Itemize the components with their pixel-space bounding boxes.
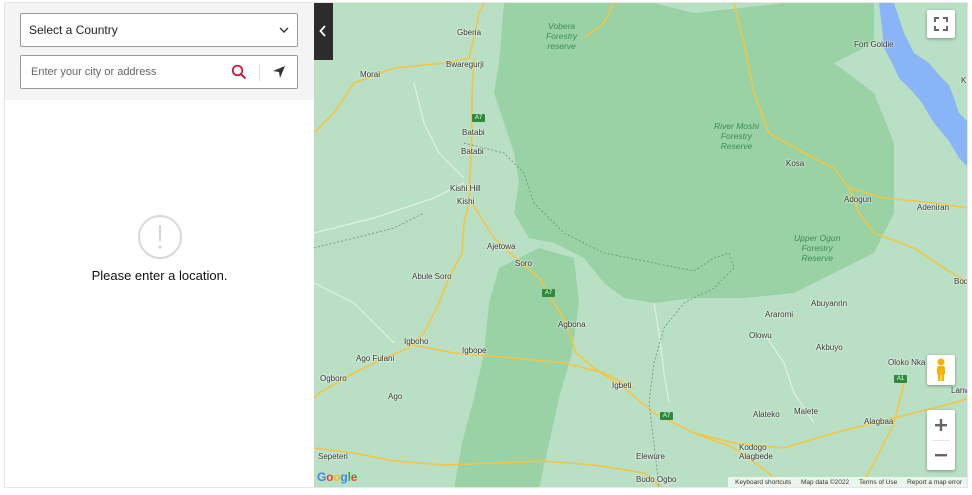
place-label: Batabi [461, 147, 484, 156]
place-label: Soro [515, 259, 532, 268]
keyboard-shortcuts-link[interactable]: Keyboard shortcuts [735, 479, 791, 486]
terms-link[interactable]: Terms of Use [859, 479, 897, 486]
road-shield: A1 [894, 375, 907, 383]
zoom-in-button[interactable] [927, 410, 955, 440]
place-label: Bod [954, 277, 968, 286]
place-label: Oloko Nka [888, 358, 926, 367]
store-locator: Select a Country Please enter a location… [4, 2, 968, 488]
place-label: Ajetowa [487, 242, 516, 251]
place-label: Sepeteri [318, 452, 348, 461]
collapse-panel-button[interactable] [314, 3, 333, 60]
place-label: Alagbaa [864, 417, 894, 426]
location-search [20, 55, 298, 89]
divider [259, 64, 260, 81]
place-label: Budo Ogbo [636, 475, 677, 484]
map-tiles [314, 3, 967, 487]
empty-state-message: Please enter a location. [91, 268, 228, 283]
chevron-left-icon [319, 25, 326, 37]
forest-label-upper-ogun: Upper Ogun Forestry Reserve [794, 233, 841, 263]
place-label: Abuyanrin [811, 299, 848, 308]
fullscreen-button[interactable] [927, 10, 955, 38]
alert-circle-icon [138, 215, 182, 259]
place-label: Ogboro [320, 374, 347, 383]
street-view-pegman[interactable] [927, 355, 955, 385]
locate-me-icon[interactable] [271, 64, 287, 80]
place-label: Ago [388, 392, 403, 401]
place-label: Kodogo Alagbede [739, 443, 773, 461]
map-attribution: Keyboard shortcuts Map data ©2022 Terms … [728, 477, 967, 487]
place-label: Igboho [404, 337, 429, 346]
place-label: Gberia [457, 28, 482, 37]
place-label: Igbeti [612, 381, 632, 390]
place-label: K [961, 76, 967, 85]
google-logo: Google [317, 470, 358, 484]
zoom-out-button[interactable] [927, 440, 955, 470]
road-shield: A7 [472, 114, 485, 122]
place-label: Abule Soro [412, 272, 452, 281]
forest-label-vobera: Vobera Forestry reserve [546, 21, 578, 51]
place-label: Agbona [558, 320, 586, 329]
country-select[interactable]: Select a Country [20, 13, 298, 47]
place-label: Kishi Hill [450, 184, 481, 193]
plus-icon [935, 419, 947, 431]
place-label: Malete [794, 407, 819, 416]
place-label: Alateko [753, 410, 780, 419]
sidebar-panel: Select a Country Please enter a location… [5, 3, 314, 487]
place-label: Batabi [462, 128, 485, 137]
map-data-text: Map data ©2022 [800, 479, 850, 486]
place-label: Fort Goldie [854, 40, 894, 49]
place-label: Adeniran [917, 203, 950, 212]
place-label: Akbuyo [816, 343, 843, 352]
place-label: Lanw [951, 386, 967, 395]
place-label: Adogun [844, 195, 872, 204]
report-error-link[interactable]: Report a map error [907, 479, 962, 486]
pegman-icon [937, 358, 945, 381]
place-label: Ago Fulani [356, 354, 395, 363]
place-label: Elewure [636, 452, 665, 461]
fullscreen-icon [934, 17, 948, 31]
chevron-down-icon [279, 27, 289, 33]
place-label: Olowu [749, 331, 772, 340]
map-canvas[interactable]: Vobera Forestry reserve River Moshi Fore… [314, 3, 968, 487]
place-label: Kishi [457, 197, 475, 206]
place-label: Bwaregurji [446, 60, 484, 69]
place-label: Kosa [786, 159, 805, 168]
place-label: Araromi [765, 310, 794, 319]
search-controls: Select a Country [5, 3, 314, 100]
place-label: Morai [360, 70, 381, 79]
country-select-value: Select a Country [29, 23, 118, 37]
address-input[interactable] [29, 56, 223, 88]
search-icon[interactable] [231, 64, 247, 80]
forest-label-river-moshi: River Moshi Forestry Reserve [714, 121, 759, 151]
minus-icon [935, 454, 947, 457]
road-shield: A7 [660, 412, 673, 420]
road-shield: A7 [542, 289, 555, 297]
zoom-control [927, 410, 955, 470]
place-label: Igbope [462, 346, 487, 355]
